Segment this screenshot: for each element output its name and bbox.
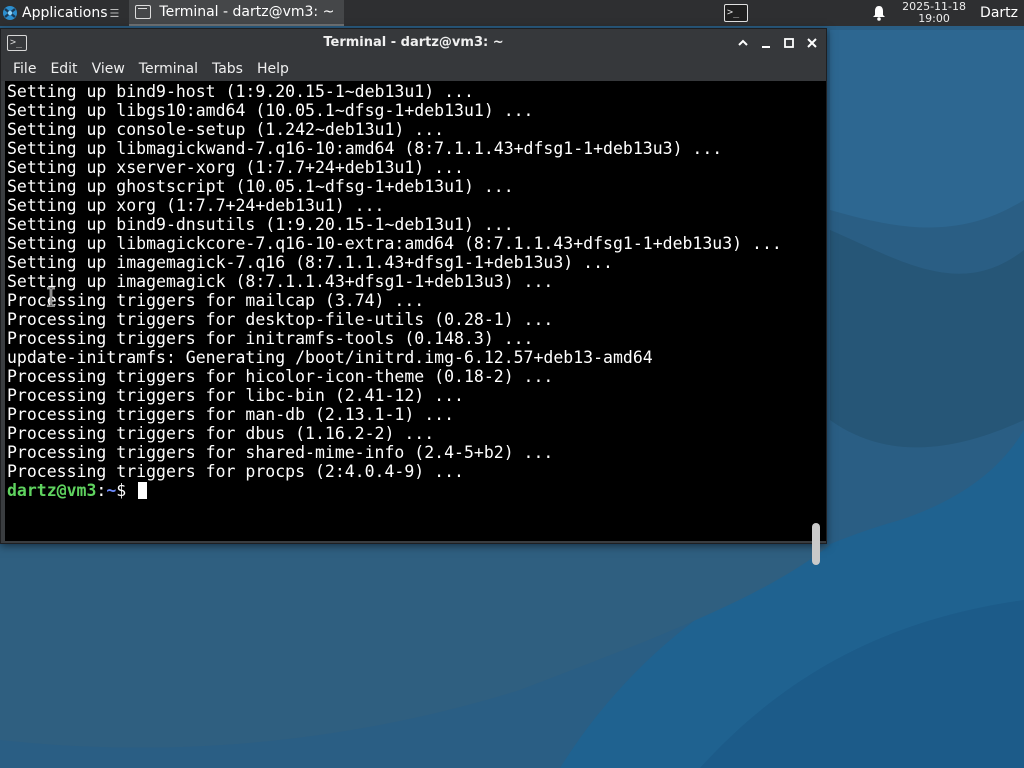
terminal-line: Setting up imagemagick-7.q16 (8:7.1.1.43… bbox=[7, 253, 613, 272]
user-menu[interactable]: Dartz bbox=[980, 5, 1024, 21]
scrollbar-thumb[interactable] bbox=[812, 523, 820, 565]
menu-tabs[interactable]: Tabs bbox=[205, 57, 250, 81]
taskbar-item-label: Terminal - dartz@vm3: ~ bbox=[159, 4, 335, 20]
bell-icon bbox=[873, 6, 886, 21]
terminal-line: Processing triggers for initramfs-tools … bbox=[7, 329, 534, 348]
terminal-prompt[interactable]: dartz@vm3:~$ bbox=[7, 481, 807, 500]
prompt-directory: ~ bbox=[106, 481, 117, 500]
notifications-button[interactable] bbox=[868, 0, 890, 26]
window-title: Terminal - dartz@vm3: ~ bbox=[323, 35, 504, 50]
terminal-line: Processing triggers for hicolor-icon-the… bbox=[7, 367, 554, 386]
applications-menu-button[interactable]: Applications ☰ bbox=[0, 0, 123, 26]
terminal-line: Processing triggers for mailcap (3.74) .… bbox=[7, 291, 425, 310]
minimize-button[interactable] bbox=[755, 29, 777, 57]
maximize-button[interactable] bbox=[732, 29, 754, 57]
terminal-line: Setting up libgs10:amd64 (10.05.1~dfsg-1… bbox=[7, 101, 534, 120]
applications-more-icon: ☰ bbox=[109, 6, 120, 20]
terminal-line: Setting up xorg (1:7.7+24+deb13u1) ... bbox=[7, 196, 385, 215]
text-cursor bbox=[138, 482, 148, 499]
terminal-line: Setting up libmagickcore-7.q16-10-extra:… bbox=[7, 234, 782, 253]
prompt-symbol: $ bbox=[116, 481, 137, 500]
text-cursor-pointer-icon bbox=[47, 287, 55, 307]
restore-button[interactable] bbox=[778, 29, 800, 57]
terminal-line: update-initramfs: Generating /boot/initr… bbox=[7, 348, 653, 367]
menu-bar: File Edit View Terminal Tabs Help bbox=[1, 57, 826, 81]
window-titlebar[interactable]: >_ Terminal - dartz@vm3: ~ bbox=[1, 29, 826, 57]
clock-time: 19:00 bbox=[918, 12, 950, 25]
menu-help[interactable]: Help bbox=[250, 57, 296, 81]
prompt-separator: : bbox=[96, 481, 107, 500]
terminal-line: Setting up console-setup (1.242~deb13u1)… bbox=[7, 120, 445, 139]
close-icon bbox=[807, 38, 817, 48]
applications-label: Applications bbox=[22, 5, 108, 21]
menu-view[interactable]: View bbox=[85, 57, 132, 81]
terminal-line: Setting up ghostscript (10.05.1~dfsg-1+d… bbox=[7, 177, 514, 196]
terminal-line: Processing triggers for libc-bin (2.41-1… bbox=[7, 386, 464, 405]
terminal-line: Setting up bind9-host (1:9.20.15-1~deb13… bbox=[7, 82, 474, 101]
terminal-output[interactable]: Setting up bind9-host (1:9.20.15-1~deb13… bbox=[5, 81, 807, 541]
restore-icon bbox=[784, 38, 794, 48]
xfce-logo-icon bbox=[3, 6, 17, 20]
terminal-window: >_ Terminal - dartz@vm3: ~ File Edit Vie… bbox=[0, 28, 827, 565]
terminal-line: Processing triggers for shared-mime-info… bbox=[7, 443, 554, 462]
taskbar-item-terminal[interactable]: Terminal - dartz@vm3: ~ bbox=[129, 0, 345, 26]
tray-terminal-launcher[interactable]: >_ bbox=[722, 2, 750, 24]
close-button[interactable] bbox=[801, 29, 823, 57]
terminal-icon bbox=[135, 5, 152, 19]
maximize-icon bbox=[738, 39, 748, 46]
terminal-line: Setting up libmagickwand-7.q16-10:amd64 … bbox=[7, 139, 723, 158]
terminal-scrollbar[interactable] bbox=[807, 81, 826, 565]
prompt-user: dartz@vm3 bbox=[7, 481, 97, 500]
clock[interactable]: 2025-11-18 19:00 bbox=[898, 1, 970, 25]
terminal-line: Processing triggers for desktop-file-uti… bbox=[7, 310, 554, 329]
terminal-line: Processing triggers for dbus (1.16.2-2) … bbox=[7, 424, 435, 443]
menu-file[interactable]: File bbox=[6, 57, 43, 81]
menu-edit[interactable]: Edit bbox=[43, 57, 84, 81]
terminal-line: Setting up imagemagick (8:7.1.1.43+dfsg1… bbox=[7, 272, 554, 291]
top-panel: Applications ☰ Terminal - dartz@vm3: ~ >… bbox=[0, 0, 1024, 26]
terminal-line: Setting up bind9-dnsutils (1:9.20.15-1~d… bbox=[7, 215, 514, 234]
terminal-line: Setting up xserver-xorg (1:7.7+24+deb13u… bbox=[7, 158, 464, 177]
terminal-line: Processing triggers for man-db (2.13.1-1… bbox=[7, 405, 455, 424]
menu-terminal[interactable]: Terminal bbox=[132, 57, 205, 81]
terminal-icon: >_ bbox=[724, 4, 749, 22]
terminal-line: Processing triggers for procps (2:4.0.4-… bbox=[7, 462, 464, 481]
minimize-icon bbox=[762, 46, 770, 48]
